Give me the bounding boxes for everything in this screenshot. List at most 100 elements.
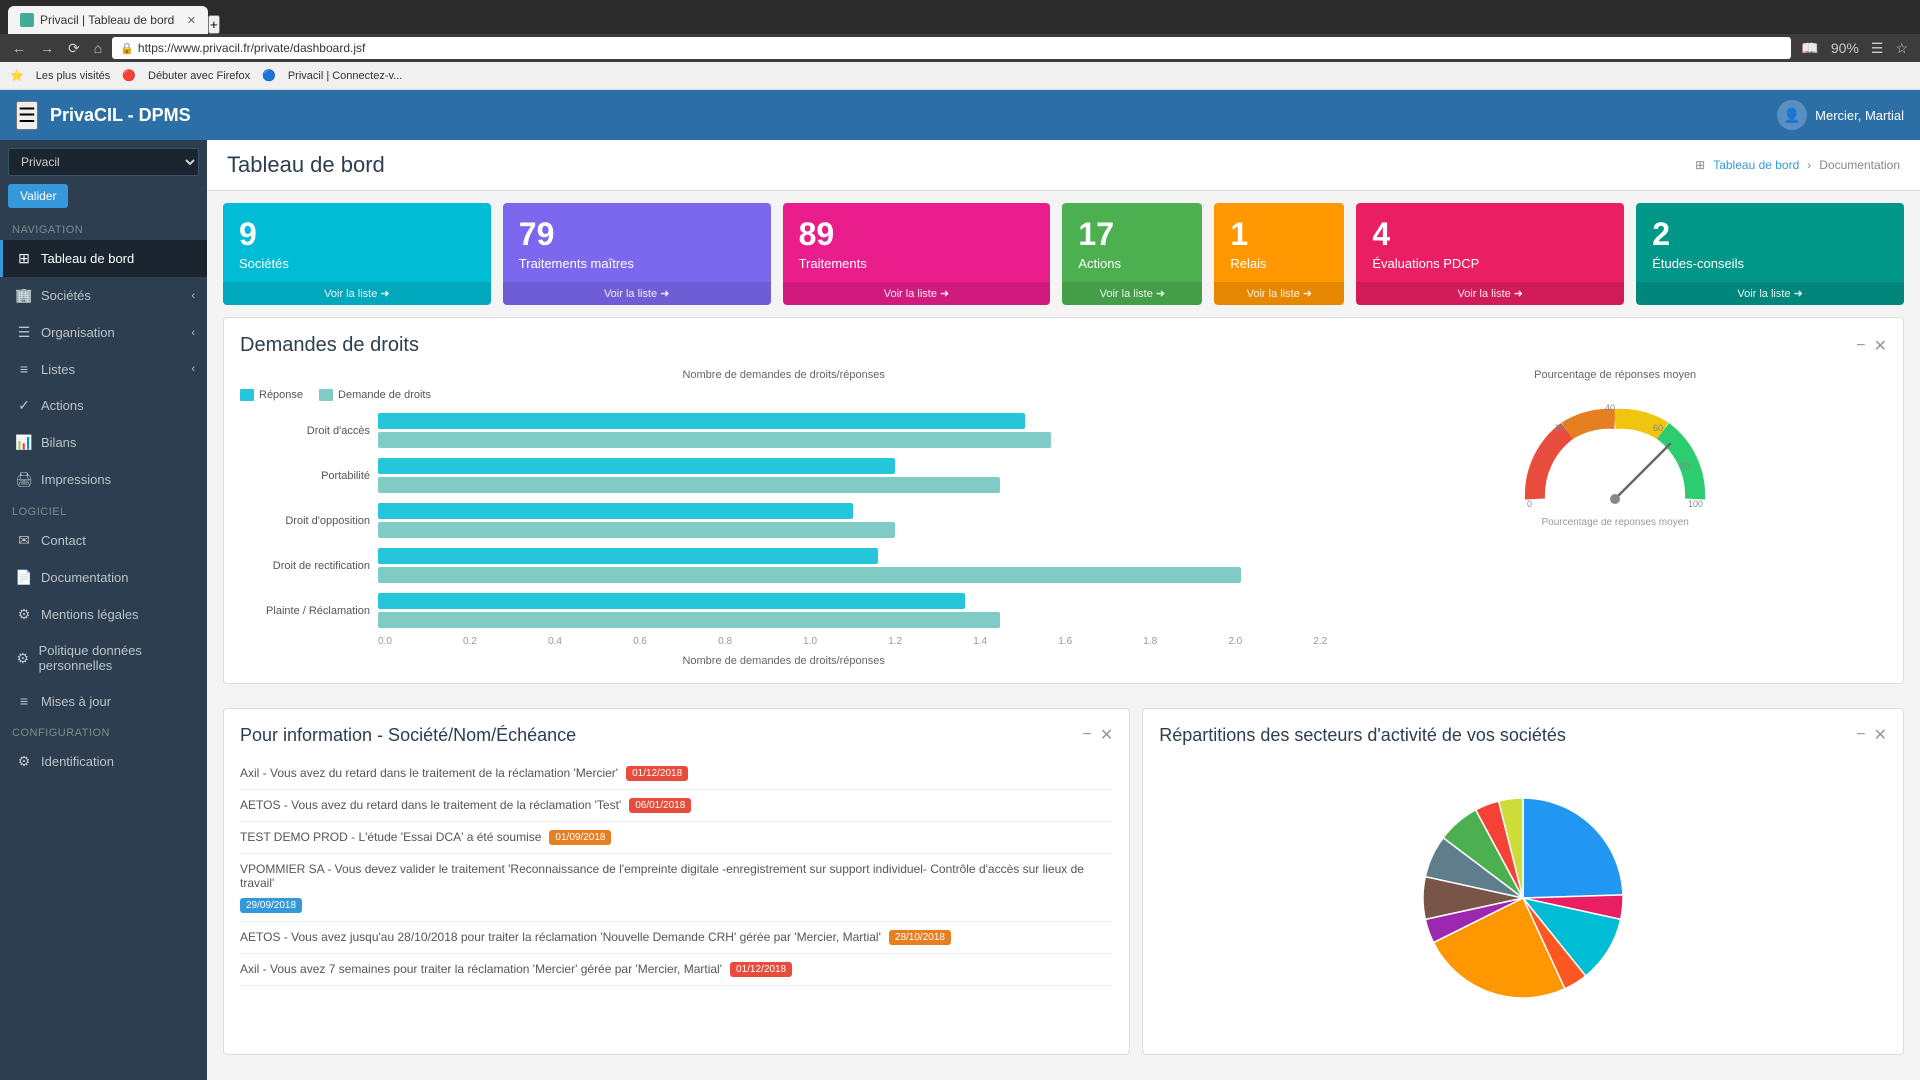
nav-section-label: Navigation <box>0 216 207 240</box>
validate-button[interactable]: Valider <box>8 184 68 208</box>
svg-text:0: 0 <box>1527 499 1532 509</box>
zoom-display[interactable]: 90% <box>1827 38 1863 59</box>
stat-number: 9 <box>239 217 475 252</box>
sidebar-item-mises-a-jour[interactable]: ≡ Mises à jour <box>0 683 207 719</box>
sidebar: Privacil Valider Navigation ⊞ Tableau de… <box>0 140 207 1080</box>
pie-label: 4% <box>1634 903 1647 913</box>
sidebar-item-contact[interactable]: ✉ Contact <box>0 522 207 559</box>
bar-demande <box>378 612 1000 628</box>
sidebar-item-documentation[interactable]: 📄 Documentation <box>0 559 207 596</box>
forward-button[interactable]: → <box>36 38 58 58</box>
stat-card-societes[interactable]: 9 Sociétés Voir la liste ➜ <box>223 203 491 305</box>
stat-link[interactable]: Voir la liste ➜ <box>783 282 1051 305</box>
pie-panel-title: Répartitions des secteurs d'activité de … <box>1159 725 1566 746</box>
stat-link[interactable]: Voir la liste ➜ <box>223 282 491 305</box>
menu-button[interactable]: ☰ <box>1867 38 1888 59</box>
pie-panel-controls: − ✕ <box>1856 725 1887 745</box>
stat-card-relais[interactable]: 1 Relais Voir la liste ➜ <box>1214 203 1344 305</box>
stat-label: Traitements maîtres <box>519 256 755 271</box>
sidebar-item-label: Identification <box>41 754 114 769</box>
stat-link[interactable]: Voir la liste ➜ <box>1062 282 1202 305</box>
hamburger-button[interactable]: ☰ <box>16 101 38 130</box>
browser-chrome: Privacil | Tableau de bord ✕ + ← → ⟳ ⌂ 🔒… <box>0 0 1920 62</box>
new-tab-button[interactable]: + <box>208 15 220 34</box>
info-item: AETOS - Vous avez du retard dans le trai… <box>240 790 1113 822</box>
config-section-label: Configuration <box>0 719 207 743</box>
address-bar[interactable]: 🔒 https://www.privacil.fr/private/dashbo… <box>112 37 1791 59</box>
info-item: Axil - Vous avez du retard dans le trait… <box>240 758 1113 790</box>
info-panel-title: Pour information - Société/Nom/Échéance <box>240 725 576 746</box>
sidebar-item-mentions[interactable]: ⚙ Mentions légales <box>0 596 207 633</box>
info-text: AETOS - Vous avez du retard dans le trai… <box>240 798 621 812</box>
breadcrumb-link[interactable]: Tableau de bord <box>1713 158 1799 172</box>
sidebar-item-listes[interactable]: ≡ Listes ‹ <box>0 351 207 387</box>
stat-card-traitements-maitres[interactable]: 79 Traitements maîtres Voir la liste ➜ <box>503 203 771 305</box>
minimize-button[interactable]: − <box>1856 336 1865 356</box>
pie-label: 4% <box>1405 932 1418 942</box>
stat-label: Études-conseils <box>1652 256 1888 271</box>
bookmark-privacil[interactable]: Privacil | Connectez-v... <box>288 70 403 82</box>
active-browser-tab[interactable]: Privacil | Tableau de bord ✕ <box>8 6 208 34</box>
sidebar-item-politique[interactable]: ⚙ Politique données personnelles <box>0 633 207 683</box>
stat-card-traitements[interactable]: 89 Traitements Voir la liste ➜ <box>783 203 1051 305</box>
stat-card-etudes[interactable]: 2 Études-conseils Voir la liste ➜ <box>1636 203 1904 305</box>
home-button[interactable]: ⌂ <box>90 38 106 58</box>
bookmark-visited[interactable]: Les plus visités <box>36 70 111 82</box>
sidebar-select[interactable]: Privacil <box>8 148 199 176</box>
lock-icon: 🔒 <box>120 42 134 55</box>
info-text: Axil - Vous avez 7 semaines pour traiter… <box>240 962 722 976</box>
sidebar-item-label: Bilans <box>41 435 76 450</box>
sidebar-item-identification[interactable]: ⚙ Identification <box>0 743 207 780</box>
bar-row: Plainte / Réclamation <box>240 593 1327 628</box>
info-panel-header: Pour information - Société/Nom/Échéance … <box>240 725 1113 746</box>
back-button[interactable]: ← <box>8 38 30 58</box>
breadcrumb-current: Documentation <box>1819 158 1900 172</box>
bookmark-firefox[interactable]: Débuter avec Firefox <box>148 70 250 82</box>
x-tick: 2.2 <box>1313 636 1327 647</box>
bottom-row: Pour information - Société/Nom/Échéance … <box>207 708 1920 1067</box>
sidebar-item-dashboard[interactable]: ⊞ Tableau de bord <box>0 240 207 277</box>
stat-number: 1 <box>1230 217 1328 252</box>
bar-row: Droit d'accès <box>240 413 1327 448</box>
bookmark-separator2: 🔵 <box>262 69 276 82</box>
chart-legend: Réponse Demande de droits <box>240 389 1327 401</box>
date-badge: 01/12/2018 <box>626 766 688 781</box>
tab-close-button[interactable]: ✕ <box>187 14 196 27</box>
sidebar-item-label: Contact <box>41 533 86 548</box>
pie-minimize-button[interactable]: − <box>1856 725 1865 745</box>
close-panel-button[interactable]: ✕ <box>1874 336 1887 356</box>
chevron-icon: ‹ <box>191 290 195 302</box>
demandes-panel-header: Demandes de droits − ✕ <box>240 334 1887 357</box>
app-header: ☰ PrivaCIL - DPMS 👤 Mercier, Martial <box>0 90 1920 140</box>
stat-link[interactable]: Voir la liste ➜ <box>503 282 771 305</box>
stat-card-evaluations[interactable]: 4 Évaluations PDCP Voir la liste ➜ <box>1356 203 1624 305</box>
pie-label: 4% <box>1579 993 1592 1003</box>
stat-link[interactable]: Voir la liste ➜ <box>1356 282 1624 305</box>
pie-panel: Répartitions des secteurs d'activité de … <box>1142 708 1904 1055</box>
politique-icon: ⚙ <box>15 650 31 667</box>
stat-card-actions[interactable]: 17 Actions Voir la liste ➜ <box>1062 203 1202 305</box>
reload-button[interactable]: ⟳ <box>64 38 84 59</box>
sidebar-item-organisation[interactable]: ☰ Organisation ‹ <box>0 314 207 351</box>
breadcrumb: ⊞ Tableau de bord › Documentation <box>1695 158 1900 172</box>
demandes-content: Nombre de demandes de droits/réponses Ré… <box>240 369 1887 667</box>
legend-demande: Demande de droits <box>319 389 431 401</box>
bookmark-button[interactable]: ☆ <box>1891 38 1912 59</box>
reader-mode-button[interactable]: 📖 <box>1797 38 1822 59</box>
pie-close-button[interactable]: ✕ <box>1874 725 1887 745</box>
sidebar-item-societes[interactable]: 🏢 Sociétés ‹ <box>0 277 207 314</box>
stat-link[interactable]: Voir la liste ➜ <box>1214 282 1344 305</box>
bar-demande <box>378 567 1241 583</box>
date-badge: 01/09/2018 <box>549 830 611 845</box>
stats-row: 9 Sociétés Voir la liste ➜ 79 Traitement… <box>207 191 1920 317</box>
info-minimize-button[interactable]: − <box>1083 725 1092 745</box>
sidebar-item-impressions[interactable]: 🖨 Impressions <box>0 461 207 498</box>
user-name: Mercier, Martial <box>1815 108 1904 123</box>
gauge-chart: Pourcentage de réponses moyen <box>1343 369 1887 667</box>
info-close-button[interactable]: ✕ <box>1100 725 1113 745</box>
stat-link[interactable]: Voir la liste ➜ <box>1636 282 1904 305</box>
sidebar-item-bilans[interactable]: 📊 Bilans <box>0 424 207 461</box>
sidebar-item-actions[interactable]: ✓ Actions <box>0 387 207 424</box>
bookmark-icon: ⭐ <box>10 69 24 82</box>
info-panel: Pour information - Société/Nom/Échéance … <box>223 708 1130 1055</box>
